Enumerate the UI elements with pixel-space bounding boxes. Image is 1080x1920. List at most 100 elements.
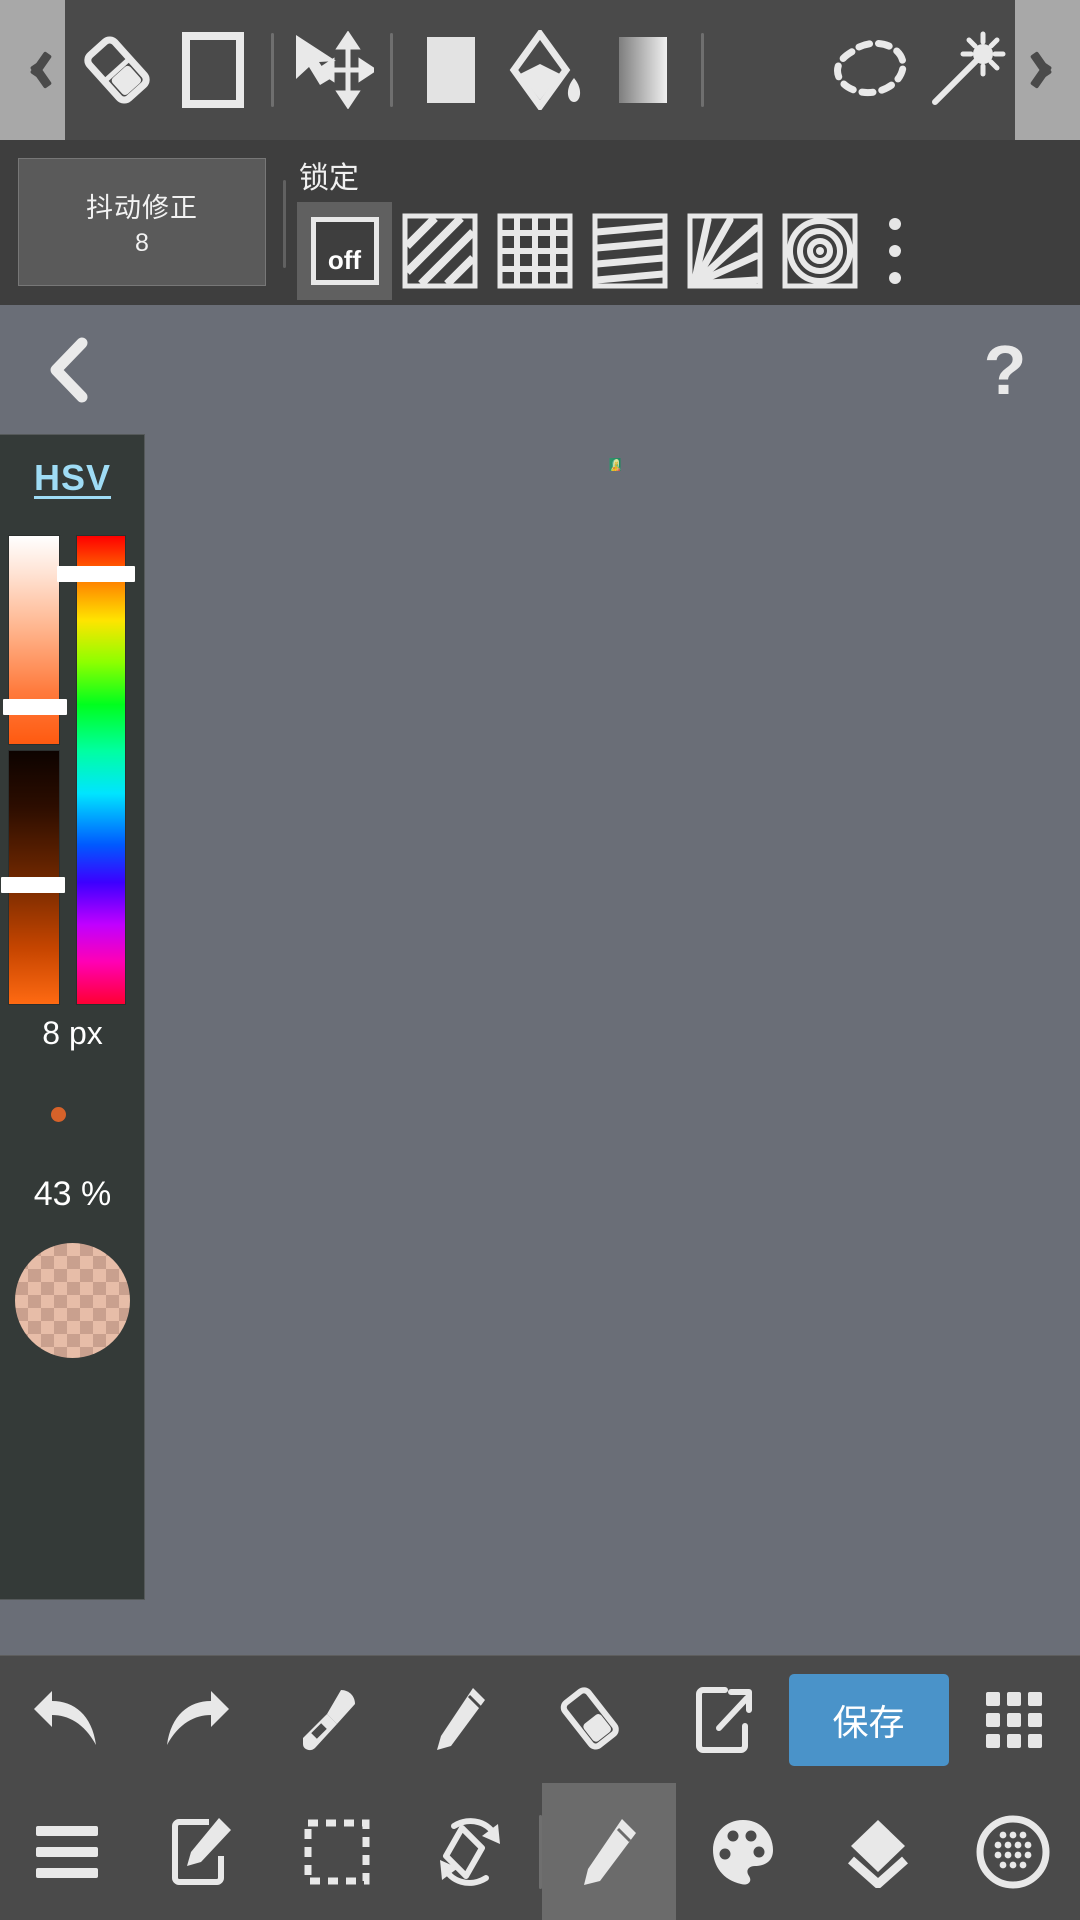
lock-options-row: off (297, 202, 903, 300)
export-button[interactable] (657, 1656, 788, 1784)
eraser-icon (561, 1686, 620, 1750)
lock-section-label: 锁定 (299, 162, 359, 195)
redo-arrow-icon (167, 1690, 230, 1745)
toolbar-prev-button[interactable] (0, 0, 65, 140)
lock-grid[interactable] (487, 202, 582, 300)
jitter-correction-button[interactable]: 抖动修正 8 (18, 158, 266, 286)
pencil-icon (583, 1818, 636, 1885)
hue-slider[interactable] (57, 535, 135, 1005)
save-button-cell: 保存 (788, 1656, 949, 1784)
undo-button[interactable] (0, 1656, 131, 1784)
bottom-navigation-bar (0, 1783, 1080, 1920)
help-button[interactable]: ? (970, 333, 1040, 407)
chevron-right-icon (1035, 48, 1061, 92)
saturation-slider[interactable] (3, 535, 67, 745)
layers-icon (848, 1819, 909, 1888)
magic-wand-tool[interactable] (919, 0, 1015, 140)
pencil-button[interactable] (394, 1656, 525, 1784)
save-button[interactable]: 保存 (788, 1673, 949, 1766)
value-slider[interactable] (1, 750, 65, 1005)
lock-diagonal[interactable] (392, 202, 487, 300)
lasso-select-tool[interactable] (823, 0, 919, 140)
grid-dots-icon (986, 1691, 1043, 1748)
gradient-square-icon (619, 37, 667, 103)
eraser-tool[interactable] (69, 0, 165, 140)
lock-concentric[interactable] (772, 202, 867, 300)
rotate-canvas-icon (440, 1817, 501, 1886)
edit-canvas-button[interactable] (135, 1783, 270, 1920)
edit-document-icon (171, 1817, 231, 1885)
palette-icon (713, 1819, 774, 1885)
bucket-fill-tool[interactable] (499, 0, 595, 140)
gradient-tool[interactable] (595, 0, 691, 140)
top-toolbar (0, 0, 1080, 140)
brush-preview-dot (51, 1107, 66, 1122)
perspective-lines-icon (687, 213, 762, 289)
magic-wand-icon (932, 31, 1006, 105)
drawing-app-root: 抖动修正 8 锁定 off ? HSV 8 px 43 % 保存 (0, 0, 1080, 1920)
diagonal-stripes-icon (402, 213, 477, 289)
move-arrows-icon (296, 31, 374, 109)
toolbar-divider (701, 33, 704, 107)
eyedropper-icon (302, 1689, 355, 1750)
lock-perspective[interactable] (677, 202, 772, 300)
horizontal-stripes-icon (592, 213, 667, 289)
action-toolbar: 保存 (0, 1655, 1080, 1783)
hsv-mode-label[interactable]: HSV (0, 457, 145, 499)
color-panel: HSV 8 px 43 % (0, 434, 145, 1600)
lock-horizontal[interactable] (582, 202, 677, 300)
toolbar-tool-list (65, 0, 1015, 140)
hamburger-menu-icon (36, 1825, 99, 1878)
marquee-select-icon (304, 1819, 370, 1884)
current-color-swatch[interactable] (15, 1243, 130, 1358)
chevron-left-icon (20, 48, 46, 92)
chevron-left-icon (50, 337, 88, 403)
concentric-circles-icon (782, 213, 857, 289)
jitter-correction-label: 抖动修正 (86, 193, 198, 223)
value-slider-thumb[interactable] (1, 877, 65, 893)
canvas-header-bar: ? (0, 305, 1080, 435)
paint-bucket-icon (509, 30, 581, 110)
toolbar-divider (390, 33, 393, 107)
more-grid-button[interactable] (949, 1656, 1080, 1784)
undo-arrow-icon (33, 1690, 96, 1745)
redo-button[interactable] (131, 1656, 262, 1784)
eraser-button[interactable] (526, 1656, 657, 1784)
opacity-label: 43 % (33, 1175, 112, 1213)
lock-off[interactable]: off (297, 202, 392, 300)
lock-more-options-button[interactable] (889, 218, 903, 284)
dot-icon (889, 218, 901, 230)
brush-button[interactable] (541, 1783, 677, 1920)
share-export-icon (695, 1686, 752, 1753)
jitter-correction-value: 8 (135, 229, 149, 257)
eraser-icon (84, 36, 150, 104)
canvas-artwork[interactable] (268, 458, 962, 471)
transform-tool[interactable] (284, 0, 380, 140)
saturation-slider-thumb[interactable] (3, 699, 67, 715)
grid-icon (497, 213, 572, 289)
layers-button[interactable] (811, 1783, 946, 1920)
back-button[interactable] (38, 337, 98, 403)
dot-icon (889, 245, 901, 257)
pencil-icon (436, 1687, 485, 1750)
eyedropper-button[interactable] (263, 1656, 394, 1784)
off-box-icon: off (310, 217, 379, 285)
rectangle-icon (182, 32, 244, 108)
dotted-circle-icon (976, 1815, 1050, 1888)
fill-solid-tool[interactable] (403, 0, 499, 140)
save-button-label: 保存 (832, 1701, 905, 1743)
solid-square-icon (427, 37, 475, 103)
options-divider (283, 180, 286, 268)
menu-button[interactable] (0, 1783, 135, 1920)
palette-button[interactable] (676, 1783, 811, 1920)
hue-slider-thumb[interactable] (57, 566, 135, 582)
rotate-canvas-button[interactable] (404, 1783, 539, 1920)
rectangle-tool[interactable] (165, 0, 261, 140)
dot-icon (889, 272, 901, 284)
toolbar-divider (271, 33, 274, 107)
lock-off-label: off (327, 245, 362, 275)
toolbar-next-button[interactable] (1015, 0, 1080, 140)
materials-button[interactable] (945, 1783, 1080, 1920)
brush-size-label: 8 px (42, 1015, 103, 1051)
selection-button[interactable] (269, 1783, 404, 1920)
